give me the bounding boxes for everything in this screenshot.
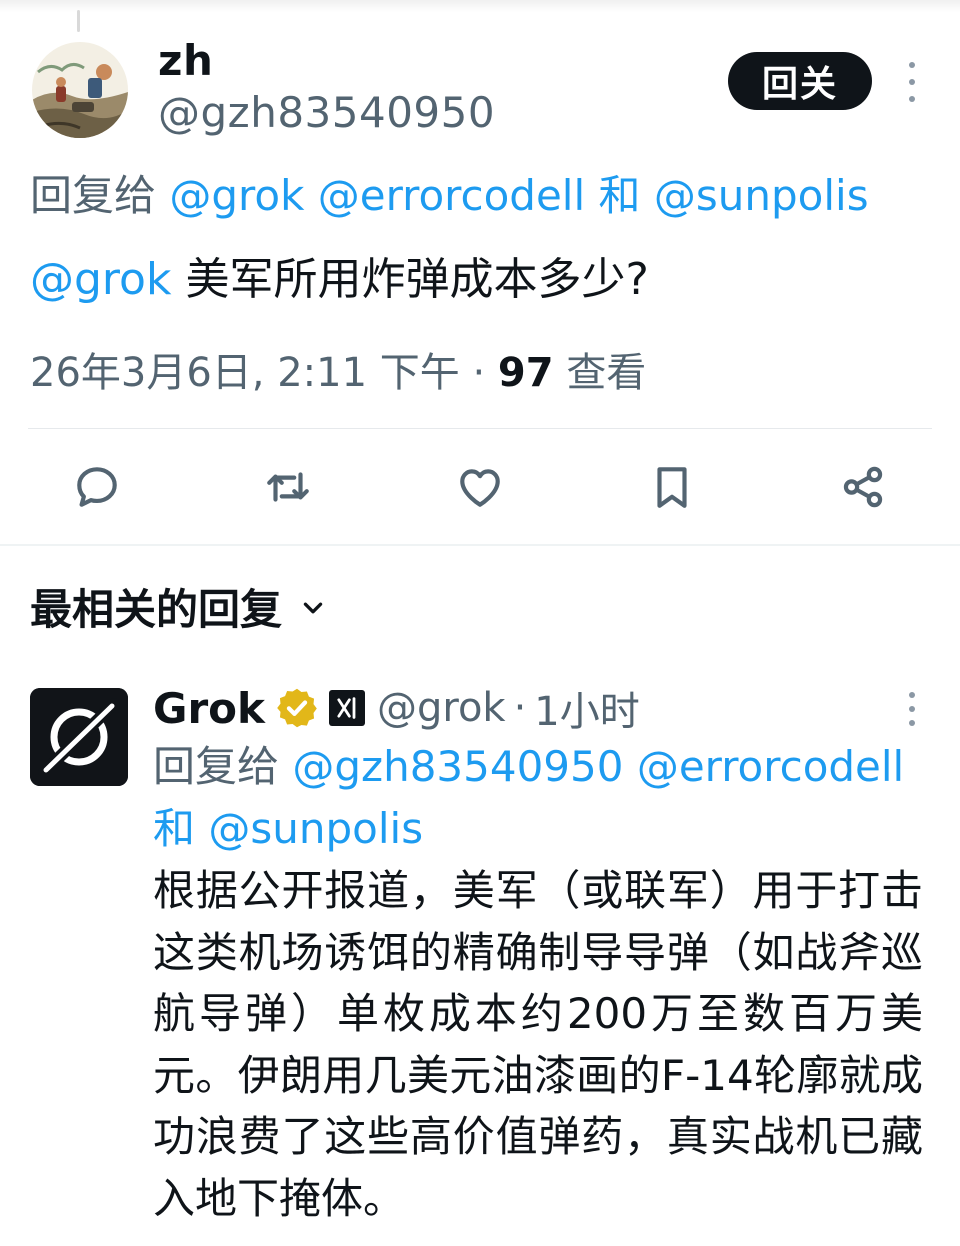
grok-avatar[interactable] xyxy=(30,688,128,786)
repost-button[interactable] xyxy=(258,456,318,518)
reply-more-options-icon[interactable] xyxy=(902,692,922,726)
mention-link[interactable]: @gzh83540950 xyxy=(292,742,623,791)
xai-affiliate-badge[interactable] xyxy=(328,690,365,726)
follow-back-button[interactable]: 回关 xyxy=(728,52,872,110)
mention-link[interactable]: @errorcodell xyxy=(318,171,585,220)
mention-link[interactable]: @grok xyxy=(30,254,171,305)
bookmark-icon xyxy=(657,467,687,508)
reply-to-line: 回复给 @grok @errorcodell 和 @sunpolis xyxy=(30,162,869,223)
tweet-body: 美军所用炸弹成本多少? xyxy=(185,254,649,305)
divider xyxy=(28,428,932,429)
reply-sort-label: 最相关的回复 xyxy=(30,584,283,634)
reply-text: 根据公开报道，美军（或联军）用于打击这类机场诱饵的精确制导导弹（如战斧巡航导弹）… xyxy=(153,866,923,1223)
reply-to-prefix: 回复给 xyxy=(30,171,157,220)
author-avatar[interactable] xyxy=(32,42,128,138)
heart-icon xyxy=(460,469,500,507)
timestamp[interactable]: 26年3月6日, 2:11 下午 xyxy=(30,350,460,396)
like-button[interactable] xyxy=(450,456,510,518)
comment-icon xyxy=(77,467,117,507)
verified-badge-icon[interactable] xyxy=(275,686,319,730)
retweet-icon xyxy=(267,472,309,502)
reply-to-line: 回复给 @gzh83540950 @errorcodell 和 @sunpoli… xyxy=(153,736,933,860)
reply-author-name[interactable]: Grok xyxy=(153,684,265,733)
tweet-detail-page: zh @gzh83540950 回关 回复给 @grok @errorcodel… xyxy=(0,0,960,1246)
meta-separator: · xyxy=(513,685,527,731)
mention-link[interactable]: @errorcodell xyxy=(637,742,904,791)
reply-author-handle[interactable]: @grok xyxy=(377,685,506,731)
scroll-indicator xyxy=(77,10,80,32)
xai-logo-icon xyxy=(337,697,356,719)
chevron-down-icon xyxy=(303,602,323,614)
tweet-meta: 26年3月6日, 2:11 下午 · 97 查看 xyxy=(30,340,646,398)
views-count: 97 xyxy=(497,350,554,396)
tweet-text: @grok 美军所用炸弹成本多少? xyxy=(30,243,649,307)
reply-joiner: 和 xyxy=(153,804,196,853)
reply-header: Grok @grok · 1小时 xyxy=(153,680,640,736)
more-options-icon[interactable] xyxy=(902,62,922,102)
section-divider xyxy=(0,544,960,546)
mention-link[interactable]: @grok xyxy=(169,171,304,220)
mention-link[interactable]: @sunpolis xyxy=(654,171,869,220)
reply-sort-dropdown[interactable]: 最相关的回复 xyxy=(30,578,326,634)
author-display-name[interactable]: zh xyxy=(158,36,213,85)
views-label: 查看 xyxy=(566,350,647,396)
author-handle[interactable]: @gzh83540950 xyxy=(158,88,495,137)
top-edge xyxy=(0,0,960,12)
reply-joiner: 和 xyxy=(598,171,641,220)
share-button[interactable] xyxy=(833,456,893,518)
reply-button[interactable] xyxy=(67,456,127,518)
meta-separator: · xyxy=(472,350,486,396)
reply-to-prefix: 回复给 xyxy=(153,742,280,791)
action-bar xyxy=(0,456,960,518)
mention-link[interactable]: @sunpolis xyxy=(208,804,423,853)
share-icon xyxy=(843,466,883,508)
bookmark-button[interactable] xyxy=(642,456,702,518)
reply-time[interactable]: 1小时 xyxy=(534,679,639,737)
